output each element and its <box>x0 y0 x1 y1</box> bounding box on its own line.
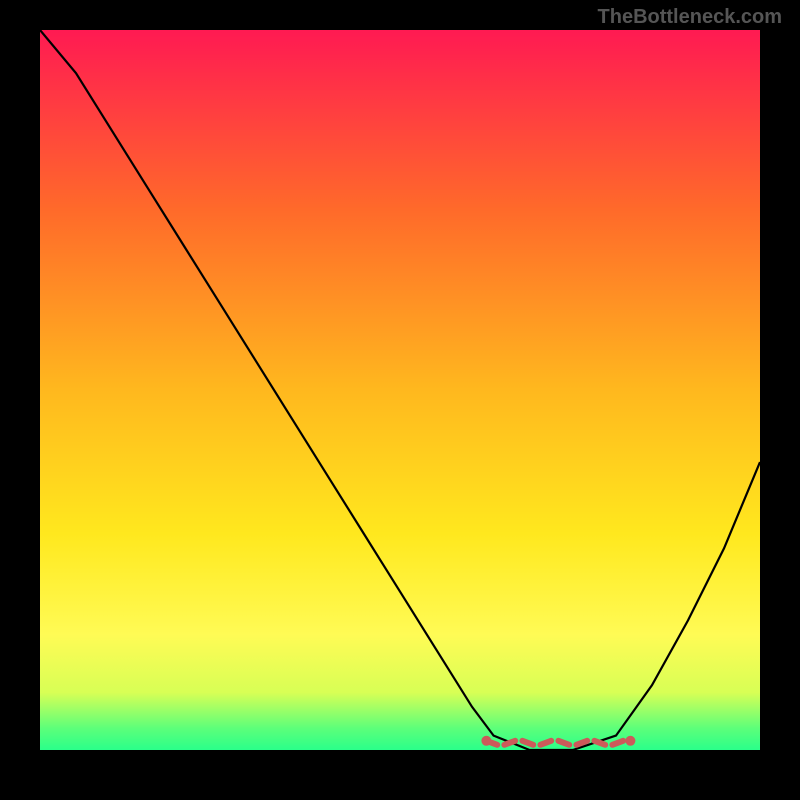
chart-svg <box>40 30 760 750</box>
chart-area <box>40 30 760 750</box>
gradient-background <box>40 30 760 750</box>
highlight-segment <box>576 741 587 745</box>
highlight-segment <box>594 741 605 745</box>
highlight-segment <box>612 741 623 745</box>
highlight-dot <box>625 736 635 746</box>
highlight-segment <box>540 741 551 745</box>
highlight-dot <box>481 736 491 746</box>
watermark-text: TheBottleneck.com <box>598 6 782 29</box>
highlight-segment <box>522 741 533 745</box>
highlight-segment <box>558 741 569 745</box>
highlight-segment <box>504 741 515 745</box>
